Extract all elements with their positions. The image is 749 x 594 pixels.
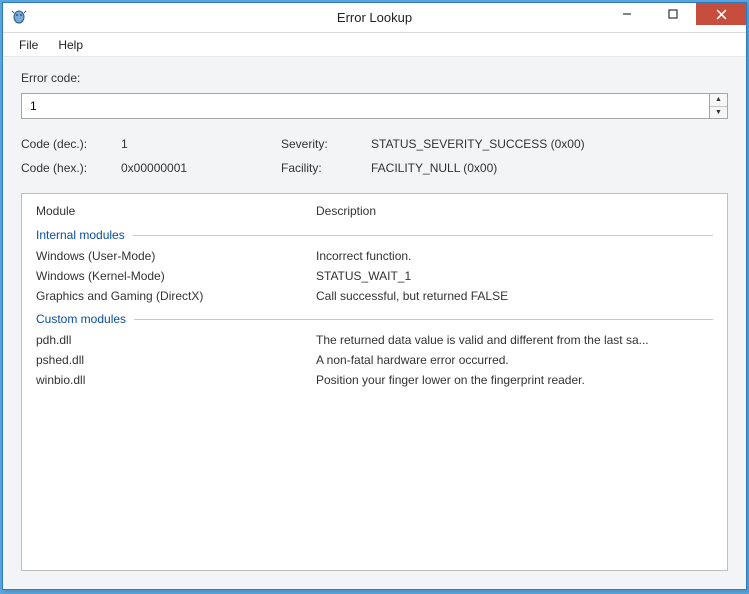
- menu-help[interactable]: Help: [48, 35, 93, 55]
- result-desc: Incorrect function.: [316, 249, 713, 263]
- result-row[interactable]: Windows (Kernel-Mode) STATUS_WAIT_1: [22, 266, 727, 286]
- severity-value: STATUS_SEVERITY_SUCCESS (0x00): [371, 137, 728, 151]
- menubar: File Help: [3, 33, 746, 57]
- window-controls: [604, 3, 746, 32]
- code-hex-label: Code (hex.):: [21, 161, 121, 175]
- content-area: Error code: ▲ ▼ Code (dec.): 1 Severity:…: [3, 57, 746, 589]
- results-header: Module Description: [22, 194, 727, 222]
- result-module: Windows (User-Mode): [36, 249, 316, 263]
- maximize-button[interactable]: [650, 3, 696, 25]
- code-dec-value: 1: [121, 137, 281, 151]
- result-row[interactable]: pdh.dll The returned data value is valid…: [22, 330, 727, 350]
- facility-label: Facility:: [281, 161, 371, 175]
- error-code-row: ▲ ▼: [21, 93, 728, 119]
- titlebar[interactable]: Error Lookup: [3, 3, 746, 33]
- result-row[interactable]: Windows (User-Mode) Incorrect function.: [22, 246, 727, 266]
- result-desc: STATUS_WAIT_1: [316, 269, 713, 283]
- minimize-button[interactable]: [604, 3, 650, 25]
- result-module: winbio.dll: [36, 373, 316, 387]
- result-row[interactable]: winbio.dll Position your finger lower on…: [22, 370, 727, 390]
- section-rule: [133, 235, 713, 236]
- code-hex-value: 0x00000001: [121, 161, 281, 175]
- spinner-up-button[interactable]: ▲: [710, 94, 727, 107]
- result-module: pshed.dll: [36, 353, 316, 367]
- section-internal: Internal modules: [22, 222, 727, 246]
- app-window: Error Lookup File Help Error code: ▲ ▼: [2, 2, 747, 590]
- app-icon: [11, 10, 27, 26]
- section-custom: Custom modules: [22, 306, 727, 330]
- header-description: Description: [316, 204, 713, 218]
- result-row[interactable]: Graphics and Gaming (DirectX) Call succe…: [22, 286, 727, 306]
- result-desc: Call successful, but returned FALSE: [316, 289, 713, 303]
- result-module: Windows (Kernel-Mode): [36, 269, 316, 283]
- section-internal-label: Internal modules: [36, 228, 125, 242]
- error-code-label: Error code:: [21, 71, 728, 85]
- code-dec-label: Code (dec.):: [21, 137, 121, 151]
- result-desc: Position your finger lower on the finger…: [316, 373, 713, 387]
- result-module: pdh.dll: [36, 333, 316, 347]
- result-row[interactable]: pshed.dll A non-fatal hardware error occ…: [22, 350, 727, 370]
- error-code-spinner: ▲ ▼: [710, 93, 728, 119]
- facility-value: FACILITY_NULL (0x00): [371, 161, 728, 175]
- section-rule: [134, 319, 713, 320]
- results-box: Module Description Internal modules Wind…: [21, 193, 728, 571]
- menu-file[interactable]: File: [9, 35, 48, 55]
- severity-label: Severity:: [281, 137, 371, 151]
- error-code-input[interactable]: [21, 93, 710, 119]
- result-module: Graphics and Gaming (DirectX): [36, 289, 316, 303]
- section-custom-label: Custom modules: [36, 312, 126, 326]
- close-button[interactable]: [696, 3, 746, 25]
- result-desc: The returned data value is valid and dif…: [316, 333, 713, 347]
- info-grid: Code (dec.): 1 Severity: STATUS_SEVERITY…: [21, 137, 728, 175]
- result-desc: A non-fatal hardware error occurred.: [316, 353, 713, 367]
- spinner-down-button[interactable]: ▼: [710, 107, 727, 119]
- header-module: Module: [36, 204, 316, 218]
